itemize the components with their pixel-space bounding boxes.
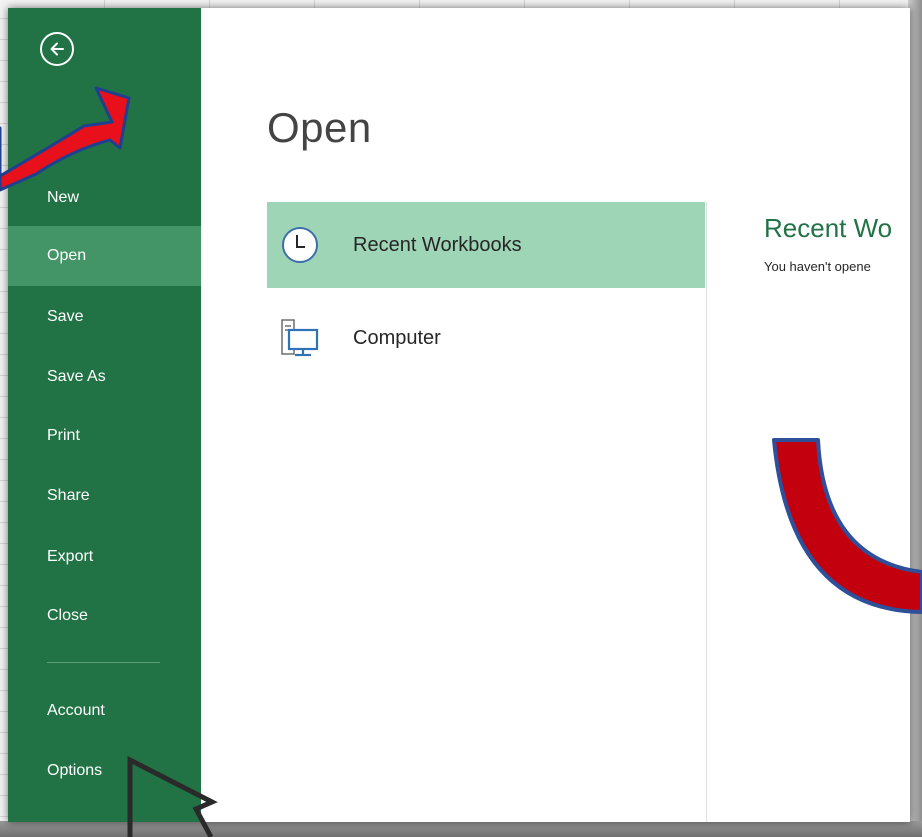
menu-separator [47, 662, 160, 663]
open-pane: Open Recent Workbooks Computer Recent Wo… [201, 8, 910, 822]
window-shadow-bottom [0, 821, 922, 837]
backstage-view: New Open Save Save As Print Share Export… [8, 8, 910, 822]
clock-icon [279, 224, 321, 266]
menu-label: Options [47, 762, 103, 779]
back-button[interactable] [40, 32, 74, 66]
menu-label: Account [47, 702, 105, 719]
menu-item-new[interactable]: New [8, 168, 201, 228]
menu-label: Close [47, 607, 88, 624]
menu-item-share[interactable]: Share [8, 466, 201, 526]
menu-label: New [47, 189, 80, 206]
menu-item-print[interactable]: Print [8, 406, 201, 466]
menu-label: Save [47, 308, 84, 325]
menu-item-open[interactable]: Open [8, 226, 201, 286]
menu-item-account[interactable]: Account [8, 681, 201, 741]
window-shadow-right [908, 0, 922, 837]
menu-item-close[interactable]: Close [8, 586, 201, 646]
menu-item-save-as[interactable]: Save As [8, 347, 201, 407]
place-computer[interactable]: Computer [267, 295, 705, 381]
backstage-sidebar: New Open Save Save As Print Share Export… [8, 8, 201, 822]
menu-label: Open [47, 247, 87, 264]
menu-item-export[interactable]: Export [8, 527, 201, 587]
menu-label: Save As [47, 368, 106, 385]
page-title: Open [267, 104, 372, 151]
menu-label: Print [47, 427, 80, 444]
recent-workbooks-heading: Recent Wo [764, 213, 893, 243]
place-label: Computer [353, 326, 441, 349]
place-label: Recent Workbooks [353, 233, 522, 256]
menu-label: Export [47, 548, 94, 565]
menu-label: Share [47, 487, 90, 504]
pane-divider [706, 202, 707, 822]
recent-workbooks-message: You haven't opene [764, 259, 871, 274]
back-arrow-icon [50, 42, 64, 56]
menu-item-options[interactable]: Options [8, 741, 201, 801]
menu-item-save[interactable]: Save [8, 287, 201, 347]
computer-icon [279, 317, 321, 359]
place-recent-workbooks[interactable]: Recent Workbooks [267, 202, 705, 288]
